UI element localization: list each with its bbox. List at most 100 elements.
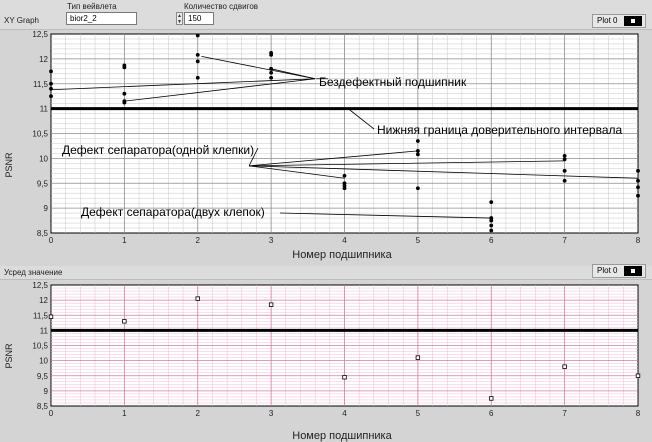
wavelet-type-field[interactable]: bior2_2: [66, 12, 137, 25]
data-point: [562, 364, 567, 369]
y-tick-label: 12,5: [32, 30, 48, 39]
bottom-graph-title: Усред значение: [4, 268, 63, 277]
bottom-plot-legend[interactable]: Plot 0: [592, 264, 646, 278]
data-point: [342, 375, 347, 380]
y-tick-label: 9,5: [37, 372, 49, 381]
x-tick-label: 4: [342, 236, 347, 245]
top-graph-panel: 8,5 9 9,5 10 10,5 11 11,5 12 12,5 012345678 PSNR…: [0, 29, 652, 266]
wavelet-label: Тип вейвлета: [67, 2, 117, 11]
data-point: [489, 223, 494, 228]
data-point: [415, 355, 421, 360]
x-tick-label: 1: [122, 409, 127, 418]
x-tick-label: 2: [196, 409, 201, 418]
x-tick-label: 4: [342, 409, 347, 418]
y-tick-label: 10,5: [32, 342, 48, 351]
x-tick-label: 3: [269, 236, 274, 245]
data-point: [342, 173, 347, 178]
x-tick-label: 7: [562, 409, 567, 418]
x-tick-label: 2: [196, 236, 201, 245]
y-tick-label: 11,5: [33, 311, 49, 320]
data-point: [415, 152, 420, 157]
shifts-count-field[interactable]: 150: [184, 12, 214, 25]
bottom-plot-area: [48, 284, 641, 407]
data-point: [489, 228, 494, 233]
shifts-spinner[interactable]: ▲ ▼: [176, 12, 183, 25]
data-point: [269, 75, 274, 80]
annotation-separator-two: Дефект сепаратора(двух клепок): [81, 205, 265, 219]
x-tick-label: 1: [122, 236, 127, 245]
data-point: [415, 186, 420, 191]
y-tick-label: 10,5: [32, 130, 48, 139]
y-tick-label: 11: [40, 105, 49, 114]
y-tick-label: 10: [39, 357, 48, 366]
y-tick-label: 12,5: [32, 281, 48, 290]
data-point: [342, 186, 347, 191]
x-tick-label: 6: [489, 409, 494, 418]
data-point: [195, 296, 200, 301]
data-point: [49, 81, 53, 86]
bottom-x-axis-label: Номер подшипника: [292, 430, 392, 442]
top-graph-title: XY Graph: [4, 16, 39, 25]
y-tick-label: 11: [40, 326, 49, 335]
data-point: [562, 153, 567, 158]
data-point: [269, 66, 274, 71]
data-point: [489, 218, 494, 223]
data-point: [49, 94, 53, 99]
bottom-plot-legend-label: Plot 0: [597, 266, 618, 275]
plot-style-swatch-icon: [624, 16, 642, 26]
bottom-xy-graph[interactable]: 8,599,51010,51111,51212,5 012345678 PSNR…: [0, 280, 652, 442]
annotation-separator-one: Дефект сепаратора(одной клепки): [62, 143, 254, 157]
y-tick-label: 9,5: [37, 179, 49, 188]
y-tick-label: 8,5: [37, 402, 49, 411]
data-point: [562, 168, 567, 173]
data-point: [269, 70, 274, 75]
data-point: [195, 33, 200, 38]
data-point: [122, 319, 127, 324]
shifts-label: Количество сдвигов: [184, 2, 259, 11]
data-point: [49, 69, 53, 74]
data-point: [636, 178, 640, 183]
plot-style-swatch-icon: [624, 266, 642, 276]
data-point: [195, 52, 200, 57]
data-point: [49, 86, 53, 91]
data-point: [122, 100, 127, 105]
x-tick-label: 5: [416, 236, 421, 245]
y-tick-label: 9: [44, 387, 49, 396]
top-plot-legend[interactable]: Plot 0: [592, 14, 646, 28]
data-point: [415, 139, 420, 143]
y-tick-label: 10: [39, 154, 48, 163]
data-point: [636, 193, 640, 198]
data-point: [489, 396, 494, 401]
x-tick-label: 3: [269, 409, 274, 418]
data-point: [562, 178, 567, 183]
bottom-graph-panel: 8,5 9 9,5 10 10,5 11 11,5 12 12,5 012345678 PSNR…: [0, 279, 652, 442]
x-tick-label: 8: [636, 236, 641, 245]
data-point: [268, 302, 274, 307]
y-tick-label: 9: [44, 204, 49, 213]
x-tick-label: 8: [636, 409, 641, 418]
data-point: [415, 149, 420, 153]
data-point: [122, 91, 127, 96]
annotation-lower-bound: Нижняя граница доверительного интервала: [377, 123, 623, 137]
data-point: [269, 52, 274, 57]
y-tick-label: 8,5: [37, 229, 49, 238]
x-tick-label: 7: [562, 236, 567, 245]
data-point: [195, 59, 200, 64]
y-tick-label: 11,5: [33, 80, 49, 89]
top-x-axis-label: Номер подшипника: [292, 249, 392, 261]
data-point: [635, 373, 641, 378]
data-point: [636, 185, 640, 190]
annotation-defect-free: Бездефектный подшипник: [319, 75, 467, 89]
data-point: [562, 157, 567, 162]
top-xy-graph[interactable]: 8,599,51010,51111,51212,5 012345678 PSNR…: [0, 30, 652, 266]
top-y-axis-label: PSNR: [4, 152, 14, 178]
data-point: [48, 314, 54, 319]
top-plot-legend-label: Plot 0: [597, 16, 618, 25]
y-tick-label: 12: [39, 296, 48, 305]
bottom-y-axis-label: PSNR: [4, 343, 14, 369]
data-point: [489, 200, 494, 205]
x-tick-label: 0: [49, 409, 54, 418]
x-tick-label: 5: [416, 409, 421, 418]
data-point: [636, 168, 640, 173]
data-point: [122, 65, 127, 70]
